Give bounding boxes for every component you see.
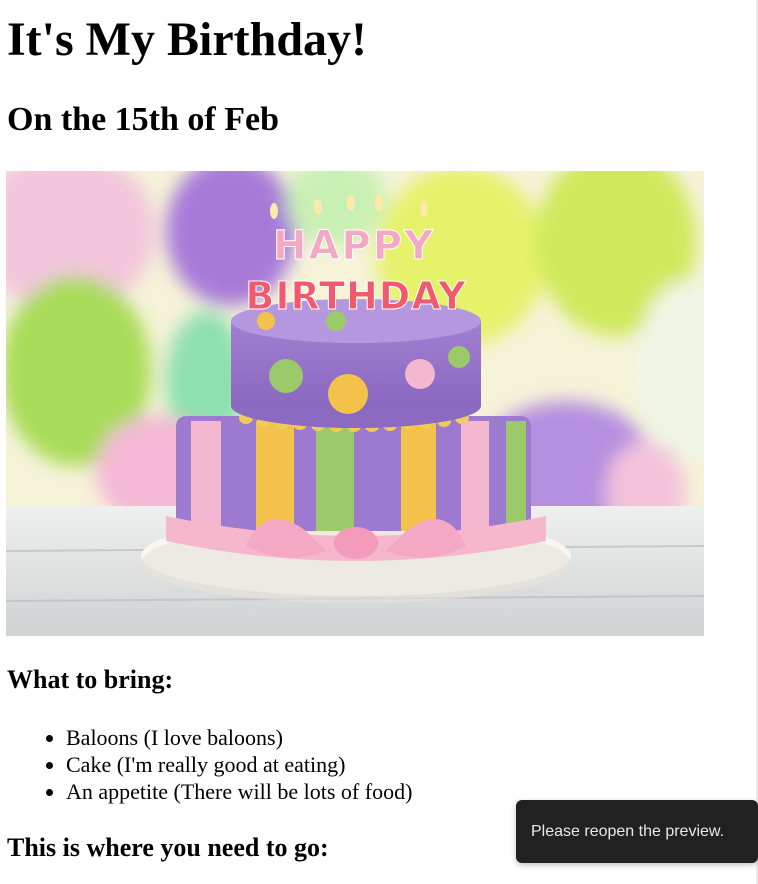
- bring-heading: What to bring:: [7, 665, 174, 694]
- location-heading: This is where you need to go:: [7, 833, 329, 862]
- toast-message: Please reopen the preview.: [531, 822, 725, 840]
- page-title: It's My Birthday!: [7, 13, 367, 66]
- toast-notification: Please reopen the preview.: [516, 800, 758, 863]
- birthday-topper-text: BIRTHDAY: [245, 274, 466, 318]
- list-item: Baloons (I love baloons): [66, 724, 412, 751]
- happy-topper-text: HAPPY: [273, 223, 435, 269]
- list-item: Cake (I'm really good at eating): [66, 751, 412, 778]
- birthday-cake-image: HAPPY BIRTHDAY: [6, 171, 704, 636]
- bring-list: Baloons (I love baloons) Cake (I'm reall…: [0, 724, 412, 805]
- list-item: An appetite (There will be lots of food): [66, 778, 412, 805]
- page: It's My Birthday! On the 15th of Feb HAP…: [0, 0, 756, 884]
- page-subtitle: On the 15th of Feb: [7, 101, 279, 138]
